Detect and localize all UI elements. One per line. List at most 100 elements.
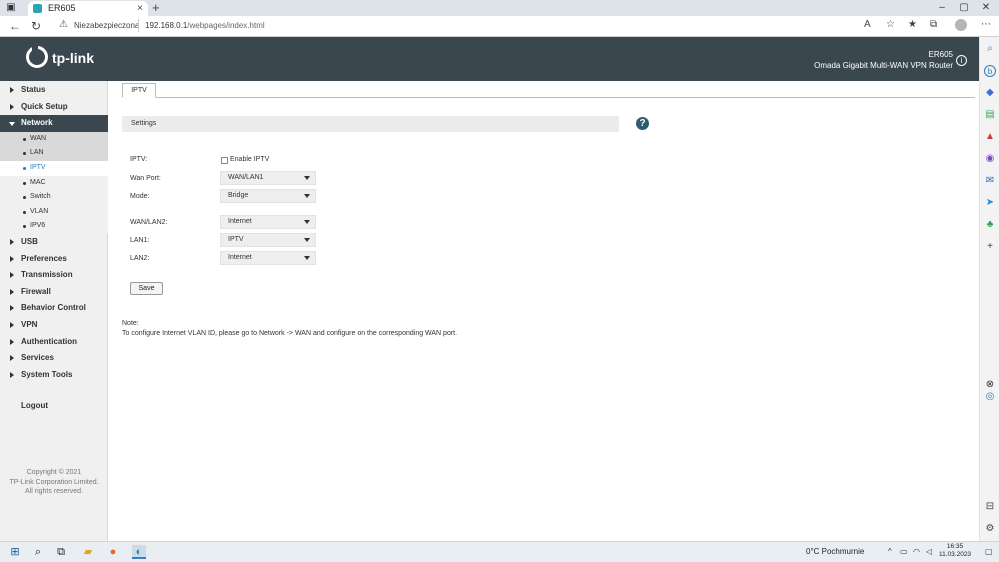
wan-port-select[interactable]: WAN/LAN1: [220, 171, 316, 185]
sidebar-item-authentication[interactable]: Authentication: [0, 334, 108, 351]
settings-section-header: Settings: [122, 116, 619, 132]
read-aloud-icon[interactable]: A: [864, 19, 871, 30]
maximize-icon[interactable]: ▢: [957, 2, 971, 14]
favorites-icon[interactable]: ★: [908, 19, 917, 30]
security-label[interactable]: Niezabezpieczona: [74, 21, 139, 30]
sidebar-item-services[interactable]: Services: [0, 350, 108, 367]
enable-iptv-label[interactable]: Enable IPTV: [230, 156, 269, 163]
games-icon[interactable]: ▲: [984, 131, 996, 143]
extension-icon[interactable]: ◎: [984, 391, 996, 403]
sidebar-subitem-lan[interactable]: LAN: [0, 146, 108, 161]
warning-icon[interactable]: ⚠: [59, 19, 68, 30]
copyright: Copyright © 2021 TP-Link Corporation Lim…: [0, 468, 108, 497]
wifi-icon[interactable]: ◠: [913, 547, 920, 556]
iptv-label: IPTV:: [130, 156, 148, 163]
chevron-down-icon: [304, 194, 310, 198]
main-content: IPTV Settings ? IPTV: Enable IPTV Wan Po…: [108, 81, 979, 541]
router-description: Omada Gigabit Multi-WAN VPN Router: [814, 61, 953, 70]
copyright-line: All rights reserved.: [25, 488, 83, 495]
lan2-label: LAN2:: [130, 255, 150, 262]
search-icon[interactable]: ⌕: [984, 43, 996, 55]
tab-strip-line: [122, 97, 975, 98]
profile-icon[interactable]: [955, 19, 967, 31]
minimize-icon[interactable]: –: [935, 2, 949, 14]
sidebar-subitem-switch[interactable]: Switch: [0, 190, 108, 205]
sidebar-item-network[interactable]: Network: [0, 115, 108, 132]
sidebar-subitem-wan[interactable]: WAN: [0, 132, 108, 147]
volume-icon[interactable]: ◁: [926, 547, 932, 556]
sidebar-item-status[interactable]: Status: [0, 82, 108, 99]
url-field[interactable]: ⚠ Niezabezpieczona 192.168.0.1/webpages/…: [54, 18, 974, 35]
office-icon[interactable]: ◉: [984, 153, 996, 165]
firefox-icon[interactable]: ●: [106, 545, 120, 559]
outlook-icon[interactable]: ✉: [984, 175, 996, 187]
enable-iptv-checkbox[interactable]: [221, 157, 228, 164]
sidebar-item-firewall[interactable]: Firewall: [0, 284, 108, 301]
tab-actions-icon[interactable]: ▣: [4, 2, 18, 14]
url-text[interactable]: 192.168.0.1/webpages/index.html: [145, 21, 265, 30]
sidebar-item-preferences[interactable]: Preferences: [0, 251, 108, 268]
chevron-down-icon: [304, 238, 310, 242]
start-icon[interactable]: ⊞: [8, 545, 22, 559]
new-tab-icon[interactable]: +: [152, 1, 160, 15]
network-icon[interactable]: ▭: [900, 547, 908, 556]
browser-tab-bar: ▣ ER605 × + – ▢ ✕: [0, 0, 999, 16]
network-submenu: WAN LAN IPTV MAC Switch VLAN IPV6: [0, 131, 108, 234]
sidebar-item-usb[interactable]: USB: [0, 234, 108, 251]
tab-iptv[interactable]: IPTV: [122, 83, 156, 98]
router-header: tp-link ER605 Omada Gigabit Multi-WAN VP…: [0, 37, 979, 81]
back-icon[interactable]: ←: [9, 19, 21, 33]
mode-select[interactable]: Bridge: [220, 189, 316, 203]
add-icon[interactable]: +: [984, 241, 996, 253]
sidebar-subitem-mac[interactable]: MAC: [0, 175, 108, 191]
close-panel-icon[interactable]: ⊗: [984, 379, 996, 391]
save-button[interactable]: Save: [130, 282, 163, 295]
tools-icon[interactable]: ▤: [984, 109, 996, 121]
sidebar: Status Quick Setup Network WAN LAN IPTV …: [0, 81, 108, 541]
edge-icon[interactable]: ◐: [132, 545, 146, 559]
sidebar-layout-icon[interactable]: ⊟: [984, 501, 996, 513]
logout-link[interactable]: Logout: [21, 401, 48, 410]
browser-tab[interactable]: ER605 ×: [28, 1, 148, 16]
settings-gear-icon[interactable]: ⚙: [984, 523, 996, 535]
weather-widget[interactable]: 0°C Pochmurnie: [806, 547, 864, 556]
task-view-icon[interactable]: ⧉: [54, 545, 68, 559]
url-separator: [138, 19, 139, 32]
address-bar: ← ↻ ⚠ Niezabezpieczona 192.168.0.1/webpa…: [0, 16, 999, 37]
lan1-label: LAN1:: [130, 237, 150, 244]
help-icon[interactable]: ?: [636, 117, 649, 130]
lan2-select[interactable]: Internet: [220, 251, 316, 265]
sidebar-subitem-iptv[interactable]: IPTV: [0, 160, 108, 176]
search-taskbar-icon[interactable]: ⌕: [31, 545, 45, 559]
tree-icon[interactable]: ♣: [984, 219, 996, 231]
shopping-icon[interactable]: ◆: [984, 87, 996, 99]
clock[interactable]: 16:35 11.03.2023: [939, 543, 971, 559]
refresh-icon[interactable]: ↻: [31, 19, 41, 33]
bing-icon[interactable]: b: [984, 65, 996, 77]
collections-icon[interactable]: ⧉: [930, 19, 937, 30]
file-explorer-icon[interactable]: ▰: [81, 545, 95, 559]
sidebar-menu: Status Quick Setup Network WAN LAN IPTV …: [0, 82, 108, 383]
wanlan2-label: WAN/LAN2:: [130, 219, 168, 226]
drop-icon[interactable]: ➤: [984, 197, 996, 209]
wanlan2-select[interactable]: Internet: [220, 215, 316, 229]
sidebar-item-transmission[interactable]: Transmission: [0, 267, 108, 284]
notifications-icon[interactable]: ▢: [985, 547, 993, 556]
favorite-add-icon[interactable]: ☆: [886, 19, 895, 30]
wanlan2-value: Internet: [228, 218, 252, 225]
tray-chevron-icon[interactable]: ^: [888, 547, 892, 556]
sidebar-subitem-ipv6[interactable]: IPV6: [0, 219, 108, 234]
copyright-line: TP-Link Corporation Limited.: [9, 478, 99, 486]
tab-close-icon[interactable]: ×: [137, 2, 143, 15]
lan1-select[interactable]: IPTV: [220, 233, 316, 247]
sidebar-item-quick-setup[interactable]: Quick Setup: [0, 99, 108, 116]
sidebar-subitem-vlan[interactable]: VLAN: [0, 204, 108, 220]
close-window-icon[interactable]: ✕: [979, 2, 993, 14]
mode-label: Mode:: [130, 193, 150, 200]
sidebar-item-system-tools[interactable]: System Tools: [0, 367, 108, 384]
sidebar-item-vpn[interactable]: VPN: [0, 317, 108, 334]
more-icon[interactable]: ⋯: [981, 19, 991, 30]
sidebar-item-behavior-control[interactable]: Behavior Control: [0, 300, 108, 317]
info-icon[interactable]: i: [956, 55, 967, 66]
mode-value: Bridge: [228, 192, 249, 199]
